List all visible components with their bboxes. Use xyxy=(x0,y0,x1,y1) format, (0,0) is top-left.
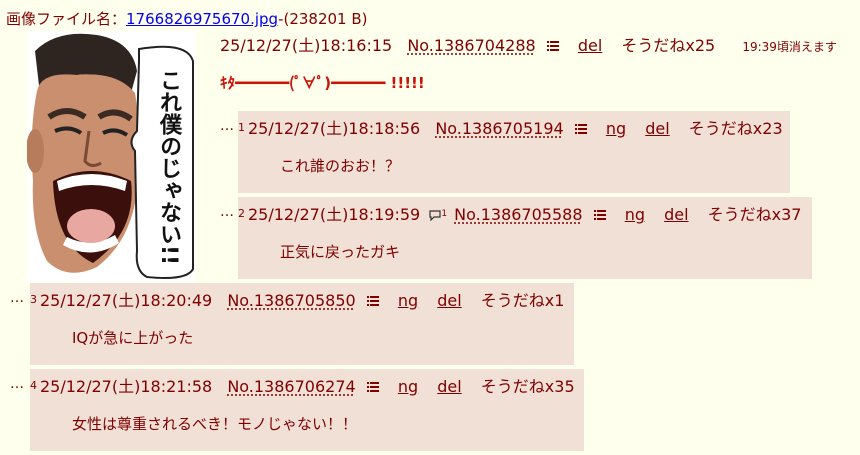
reply-soudane-button[interactable]: そうだねx23 xyxy=(689,119,783,138)
reply-ellipsis: … xyxy=(220,118,234,134)
reply-header: 4 25/12/27(土)18:21:58 No.1386706274 ng de… xyxy=(30,373,575,397)
reply-ng-link[interactable]: ng xyxy=(606,119,626,138)
reply-header: 1 25/12/27(土)18:18:56 No.1386705194 ng de… xyxy=(238,115,783,139)
reply-date: 25/12/27(土)18:20:49 xyxy=(40,291,213,310)
op-header: 25/12/27(土)18:16:15 No.1386704288 del そう… xyxy=(220,32,837,56)
file-link[interactable]: 1766826975670.jpg xyxy=(126,10,278,28)
reply-soudane-button[interactable]: そうだねx35 xyxy=(481,377,575,396)
speech-bubble-icon[interactable] xyxy=(429,209,441,221)
quote-count: 1 xyxy=(441,209,448,219)
reply-index: 3 xyxy=(30,293,37,306)
menu-icon[interactable] xyxy=(546,40,559,52)
reply-date: 25/12/27(土)18:19:59 xyxy=(248,205,421,224)
thread-image-thumbnail[interactable]: これ僕のじゃない!! xyxy=(27,31,195,282)
reply-header: 2 25/12/27(土)18:19:59 1 No.1386705588 ng … xyxy=(238,201,801,225)
reply-ng-link[interactable]: ng xyxy=(625,205,645,224)
op-body: ｷﾀ━━━━━━(ﾟ∀ﾟ)━━━━━━ !!!!! xyxy=(220,74,425,92)
menu-icon[interactable] xyxy=(574,123,587,135)
reply-post: 1 25/12/27(土)18:18:56 No.1386705194 ng de… xyxy=(238,111,790,193)
speech-bubble-text: これ僕のじゃない!! xyxy=(156,69,181,266)
file-info: 画像ファイル名：1766826975670.jpg-(238201 B) xyxy=(6,8,368,29)
reply-ellipsis: … xyxy=(220,204,234,220)
reply-index: 4 xyxy=(30,379,37,392)
reply-ellipsis: … xyxy=(10,290,24,306)
reply-number[interactable]: No.1386705588 xyxy=(454,205,582,224)
op-soudane-button[interactable]: そうだねx25 xyxy=(621,36,715,55)
reply-number[interactable]: No.1386705194 xyxy=(435,119,563,138)
reply-date: 25/12/27(土)18:21:58 xyxy=(40,377,213,396)
reply-header: 3 25/12/27(土)18:20:49 No.1386705850 ng de… xyxy=(30,287,564,311)
op-expire: 19:39頃消えます xyxy=(742,40,837,54)
menu-icon[interactable] xyxy=(366,295,379,307)
op-date: 25/12/27(土)18:16:15 xyxy=(220,36,393,55)
reply-post: 4 25/12/27(土)18:21:58 No.1386706274 ng de… xyxy=(30,369,584,451)
reply-del-link[interactable]: del xyxy=(645,119,669,138)
reply-del-link[interactable]: del xyxy=(437,291,461,310)
reply-post: 2 25/12/27(土)18:19:59 1 No.1386705588 ng … xyxy=(238,197,812,279)
reply-index: 2 xyxy=(238,207,245,220)
reply-body: 女性は尊重されるべき！モノじゃない！！ xyxy=(72,415,358,433)
reply-number[interactable]: No.1386705850 xyxy=(227,291,355,310)
op-number[interactable]: No.1386704288 xyxy=(407,36,535,55)
reply-body: IQが急に上がった xyxy=(72,329,194,347)
reply-ng-link[interactable]: ng xyxy=(398,377,418,396)
reply-body: これ誰のおお！？ xyxy=(280,157,401,175)
menu-icon[interactable] xyxy=(593,209,606,221)
file-size: -(238201 B) xyxy=(278,10,368,28)
reply-del-link[interactable]: del xyxy=(437,377,461,396)
reply-soudane-button[interactable]: そうだねx37 xyxy=(708,205,802,224)
reply-body: 正気に戻ったガキ xyxy=(280,243,401,261)
reply-ellipsis: … xyxy=(10,376,24,392)
reply-date: 25/12/27(土)18:18:56 xyxy=(248,119,421,138)
reply-post: 3 25/12/27(土)18:20:49 No.1386705850 ng de… xyxy=(30,283,574,365)
reply-soudane-button[interactable]: そうだねx1 xyxy=(481,291,565,310)
menu-icon[interactable] xyxy=(366,381,379,393)
reply-index: 1 xyxy=(238,121,245,134)
op-del-link[interactable]: del xyxy=(578,36,602,55)
file-label: 画像ファイル名： xyxy=(6,10,127,28)
reply-del-link[interactable]: del xyxy=(664,205,688,224)
reply-number[interactable]: No.1386706274 xyxy=(227,377,355,396)
reply-ng-link[interactable]: ng xyxy=(398,291,418,310)
